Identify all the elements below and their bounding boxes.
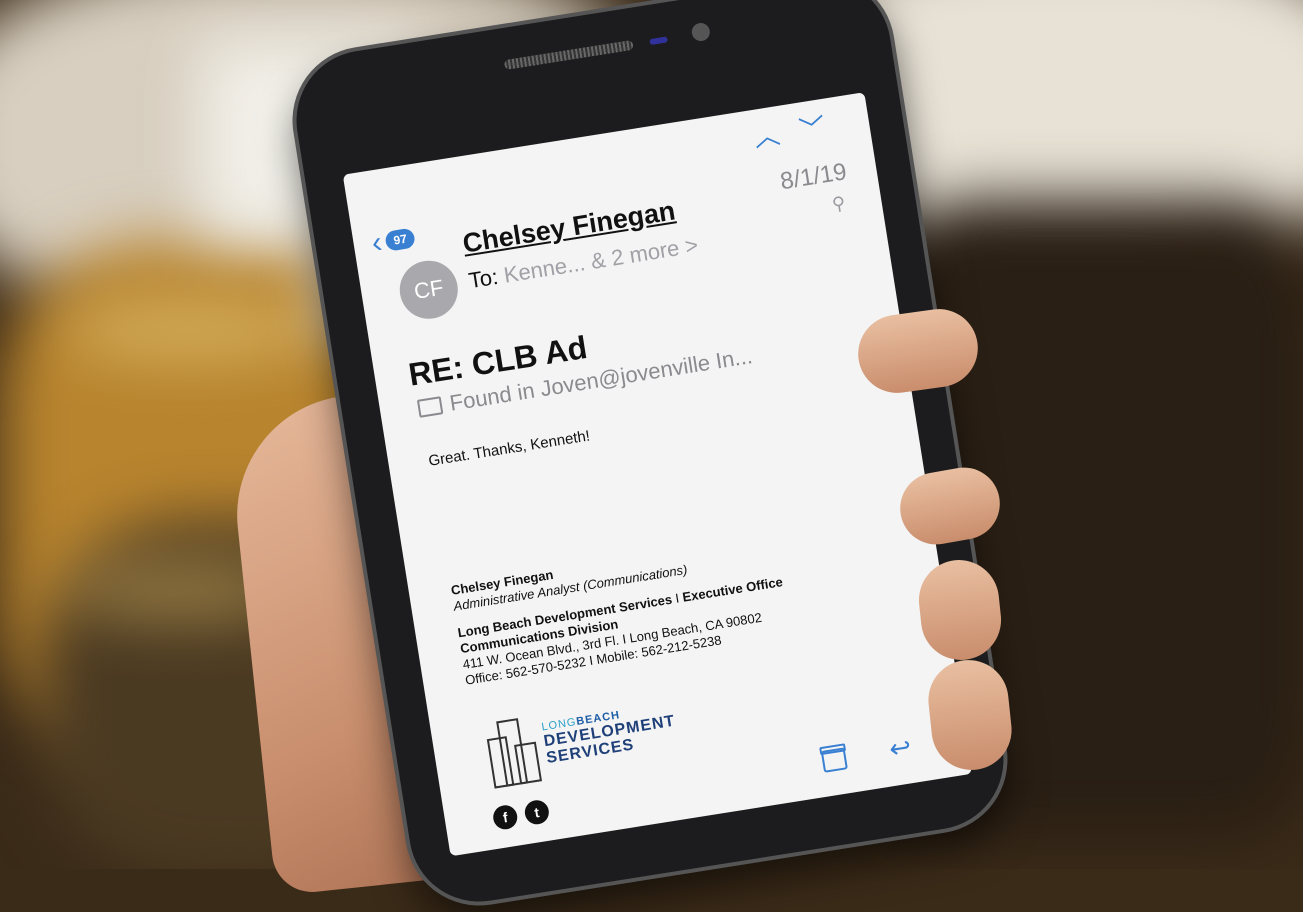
twitter-icon[interactable]: t [523, 798, 551, 827]
email-screen: ︿﹀ ‹ 97 CF Chelsey Finegan 8/1/19 ⚲ To: … [342, 92, 973, 857]
previous-message-icon[interactable]: ︿ [752, 116, 802, 153]
next-message-icon[interactable]: ﹀ [797, 109, 847, 146]
folder-icon [416, 396, 444, 418]
facebook-icon[interactable]: f [491, 803, 519, 832]
message-body: Great. Thanks, Kenneth! [427, 427, 592, 470]
avatar[interactable]: CF [395, 256, 462, 323]
email-signature: Chelsey Finegan Administrative Analyst (… [450, 532, 792, 690]
message-nav: ︿﹀ [751, 104, 848, 155]
chevron-left-icon: ‹ [369, 225, 385, 260]
reply-icon[interactable]: ↩ [887, 731, 913, 765]
paperclip-icon: ⚲ [830, 192, 847, 215]
lbds-logo: LONGBEACH DEVELOPMENT SERVICES [480, 690, 681, 789]
social-links: f t [491, 798, 551, 832]
message-date: 8/1/19 [778, 158, 849, 196]
logo-text: LONGBEACH DEVELOPMENT SERVICES [541, 702, 679, 767]
back-button[interactable]: ‹ 97 [369, 222, 418, 260]
to-label: To: [466, 263, 500, 294]
unread-count-badge: 97 [384, 227, 417, 252]
buildings-logo-icon [480, 712, 544, 790]
archive-icon[interactable] [820, 747, 848, 773]
